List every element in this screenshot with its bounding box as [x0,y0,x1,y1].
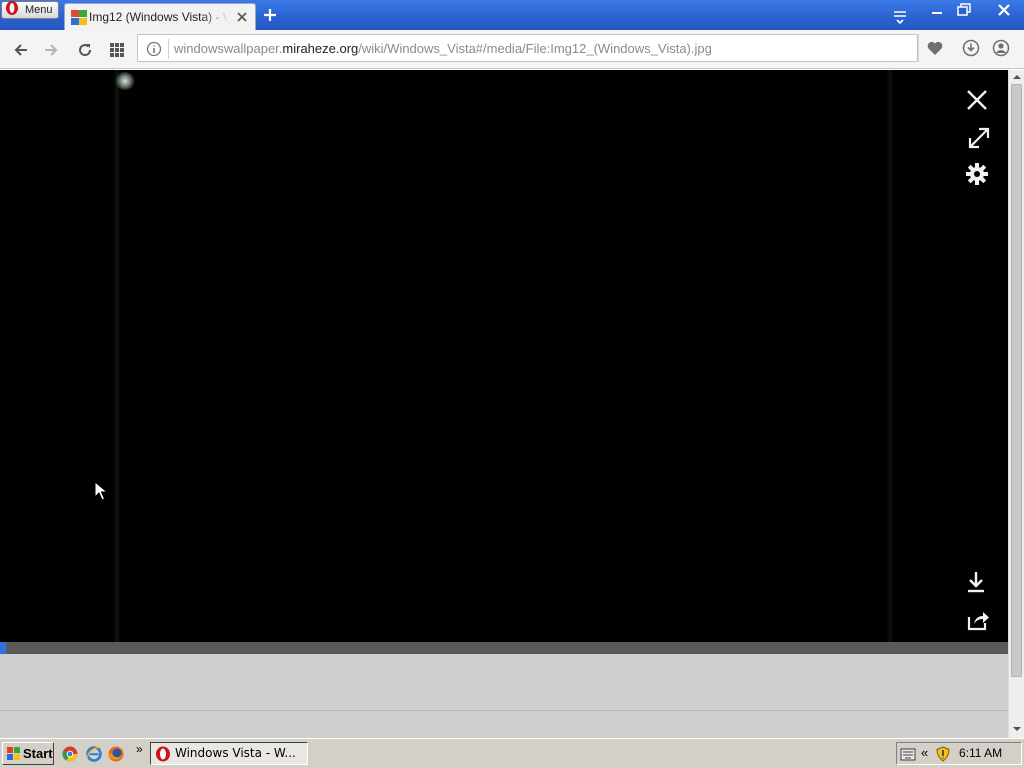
scrollbar-thumb[interactable] [1011,84,1022,677]
opera-logo-icon [6,1,18,15]
url-prefix: windowswallpaper. [174,41,283,56]
fullscreen-icon[interactable] [967,126,991,150]
site-info-icon[interactable] [146,41,162,57]
forward-arrow-icon[interactable] [42,41,60,59]
url-path: /wiki/Windows_Vista#/media/File:Img12_(W… [358,41,712,56]
start-button[interactable]: Start [2,742,54,765]
url-host: miraheze.org [282,41,359,56]
windows-taskbar: Start » Windows Vista - W... « 6:11 AM [0,738,1024,768]
navigation-bar: windowswallpaper.miraheze.org/wiki/Windo… [0,30,1024,69]
taskbar-window-button[interactable]: Windows Vista - W... [150,742,308,765]
vertical-scrollbar[interactable] [1008,70,1024,738]
tab-menu-icon[interactable] [892,8,908,24]
media-viewer[interactable] [0,70,1008,642]
quick-launch-overflow[interactable]: » [136,742,143,756]
start-label: Start [23,746,53,761]
security-shield-icon[interactable] [935,746,951,762]
scroll-up-icon[interactable] [1012,72,1022,82]
image-glow-spot [115,72,135,90]
tab-active[interactable]: Img12 (Windows Vista) - Windows Wallpape… [64,3,256,30]
taskbar-window-label: Windows Vista - W... [175,746,296,760]
chrome-icon[interactable] [62,746,78,762]
address-separator [168,39,169,59]
close-window-icon[interactable] [992,1,1016,19]
system-tray: « 6:11 AM [896,742,1022,765]
close-icon[interactable] [965,88,989,112]
address-bar[interactable]: windowswallpaper.miraheze.org/wiki/Windo… [137,34,918,62]
divider [0,710,1008,711]
reload-icon[interactable] [76,41,94,59]
back-arrow-icon[interactable] [12,41,30,59]
url-text[interactable]: windowswallpaper.miraheze.org/wiki/Windo… [174,41,712,56]
page-below-viewer [0,654,1008,738]
progress-fill [0,642,7,654]
tray-expand-chevron[interactable]: « [921,745,928,760]
opera-menu-button[interactable]: Menu [1,1,59,19]
account-icon[interactable] [992,39,1010,57]
tab-title: Img12 (Windows Vista) - Windows Wallpape… [89,10,229,24]
image-left-edge [113,70,121,642]
opera-icon [156,746,170,762]
progress-bar [0,642,1008,654]
speed-dial-icon[interactable] [108,41,126,59]
plus-icon[interactable] [262,7,278,23]
restore-icon[interactable] [953,1,975,19]
address-right-separator [918,34,919,62]
wallpaper-favicon [71,10,87,25]
firefox-icon[interactable] [108,746,124,762]
internet-explorer-icon[interactable] [86,746,102,762]
minimize-icon[interactable] [926,1,948,19]
browser-title-bar: Menu Img12 (Windows Vista) - Windows Wal… [0,0,1024,30]
tray-clock: 6:11 AM [959,746,1003,760]
download-icon[interactable] [964,570,988,594]
share-icon[interactable] [966,608,990,632]
scroll-down-icon[interactable] [1012,724,1022,734]
image-right-edge [886,70,894,642]
mouse-cursor-icon [94,481,108,501]
keyboard-icon[interactable] [900,746,916,762]
settings-gear-icon[interactable] [965,162,989,186]
windows-flag-icon [7,747,20,760]
menu-label: Menu [25,4,53,16]
close-tab-icon[interactable] [235,10,249,24]
download-icon[interactable] [962,39,980,57]
page-viewport [0,70,1008,738]
heart-icon[interactable] [926,39,944,57]
